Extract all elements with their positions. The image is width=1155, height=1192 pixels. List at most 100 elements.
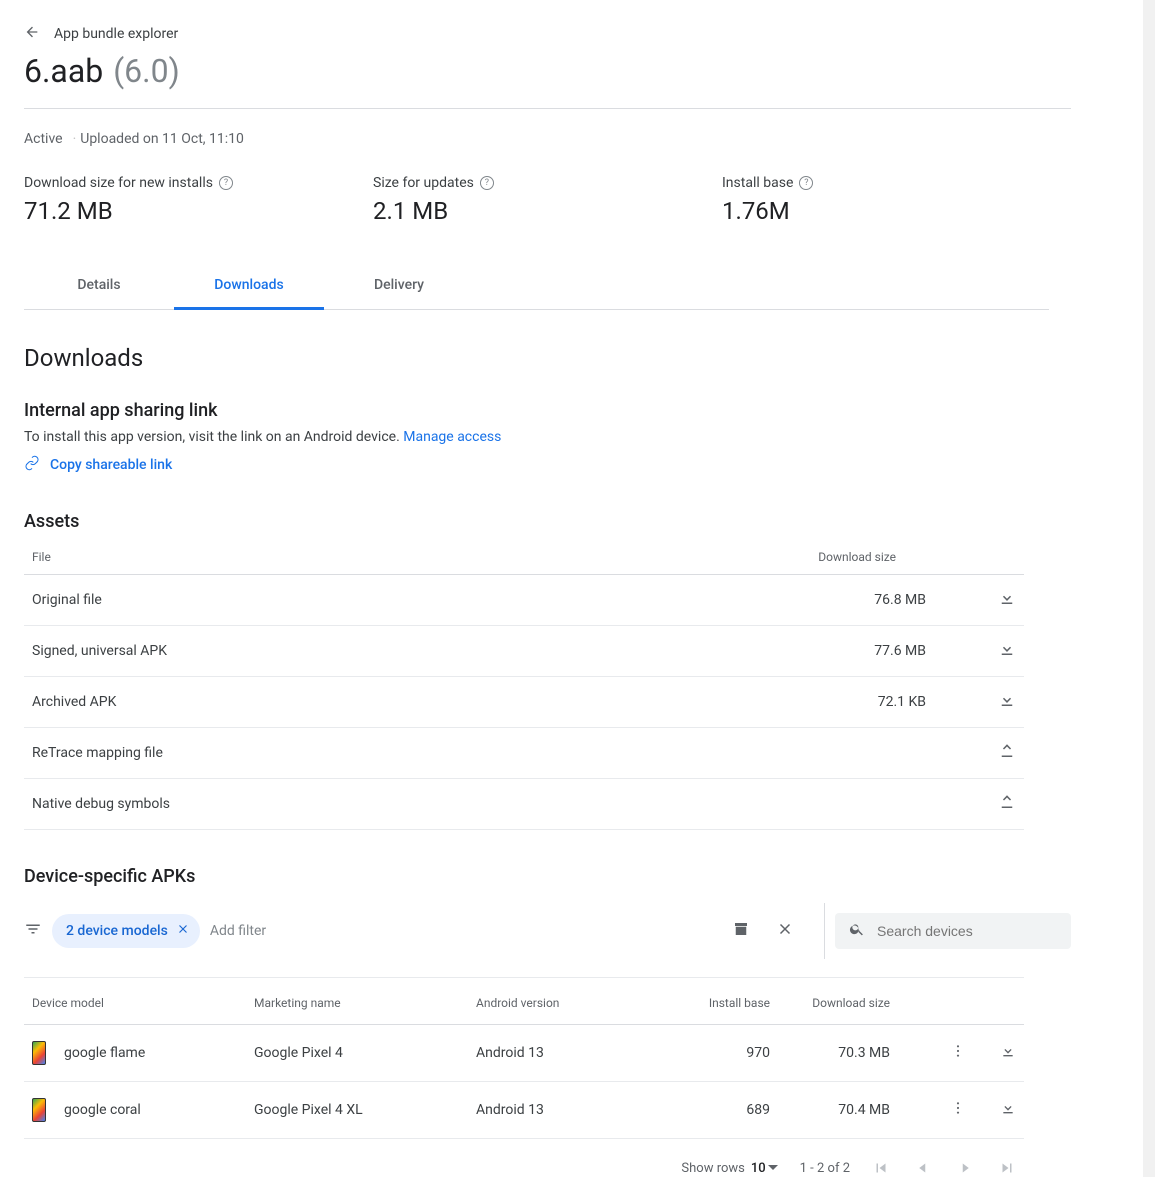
help-icon[interactable]: ?: [219, 176, 233, 190]
upload-icon[interactable]: [998, 742, 1016, 760]
title-main: 6.aab: [24, 52, 103, 90]
stat-label: Size for updates: [373, 175, 474, 191]
asset-size: 77.6 MB: [806, 643, 926, 659]
column-install-base: Install base: [656, 996, 770, 1010]
asset-file: Signed, universal APK: [32, 643, 806, 659]
android-version: Android 13: [476, 1102, 656, 1118]
download-icon[interactable]: [998, 589, 1016, 607]
asset-row: Signed, universal APK77.6 MB: [24, 626, 1024, 677]
search-input-field[interactable]: [875, 922, 1057, 940]
filter-chip-device-models[interactable]: 2 device models: [52, 914, 200, 948]
link-icon: [24, 455, 40, 475]
breadcrumb-label: App bundle explorer: [54, 26, 178, 42]
marketing-name: Google Pixel 4 XL: [254, 1102, 476, 1118]
search-icon: [849, 921, 865, 941]
device-filter-bar: 2 device models Add filter: [24, 903, 1071, 977]
asset-row: Original file76.8 MB: [24, 575, 1024, 626]
tab-details[interactable]: Details: [24, 263, 174, 309]
asset-file: Archived APK: [32, 694, 806, 710]
rows-value: 10: [751, 1161, 766, 1176]
last-page-icon[interactable]: [998, 1159, 1016, 1177]
device-model: google coral: [32, 1098, 254, 1122]
tabs: Details Downloads Delivery: [24, 263, 1049, 310]
download-icon[interactable]: [1000, 1100, 1016, 1120]
prev-page-icon[interactable]: [914, 1159, 932, 1177]
first-page-icon[interactable]: [872, 1159, 890, 1177]
sharing-text: To install this app version, visit the l…: [24, 429, 400, 445]
device-model: google flame: [32, 1041, 254, 1065]
next-page-icon[interactable]: [956, 1159, 974, 1177]
sharing-heading: Internal app sharing link: [24, 400, 1071, 421]
download-icon[interactable]: [1000, 1043, 1016, 1063]
clear-icon[interactable]: [776, 920, 794, 942]
stat-label: Install base: [722, 175, 793, 191]
asset-file: Original file: [32, 592, 806, 608]
downloads-heading: Downloads: [24, 344, 1071, 372]
device-row: google coralGoogle Pixel 4 XLAndroid 136…: [24, 1082, 1024, 1139]
marketing-name: Google Pixel 4: [254, 1045, 476, 1061]
pagination-range: 1 - 2 of 2: [800, 1161, 850, 1176]
download-size: 70.4 MB: [780, 1102, 890, 1118]
install-base: 689: [656, 1102, 770, 1118]
more-icon[interactable]: [950, 1043, 966, 1063]
stat-install-base: Install base ? 1.76M: [722, 175, 1071, 225]
asset-size: 76.8 MB: [806, 592, 926, 608]
sharing-description: To install this app version, visit the l…: [24, 429, 1071, 445]
device-apks-heading: Device-specific APKs: [24, 866, 1071, 887]
chip-label: 2 device models: [66, 923, 168, 939]
back-arrow-icon[interactable]: [24, 24, 40, 44]
asset-file: ReTrace mapping file: [32, 745, 806, 761]
page-title: 6.aab (6.0): [24, 52, 1071, 90]
scrollbar[interactable]: [1143, 0, 1155, 1177]
download-size: 70.3 MB: [780, 1045, 890, 1061]
archive-icon[interactable]: [732, 920, 750, 942]
chip-remove-icon[interactable]: [176, 922, 190, 940]
tab-delivery[interactable]: Delivery: [324, 263, 474, 309]
stat-value: 71.2 MB: [24, 197, 373, 225]
add-filter-button[interactable]: Add filter: [210, 923, 266, 939]
status-badge: Active: [24, 131, 63, 147]
tab-downloads[interactable]: Downloads: [174, 263, 324, 310]
more-icon[interactable]: [950, 1100, 966, 1120]
upload-icon[interactable]: [998, 793, 1016, 811]
asset-row: Native debug symbols: [24, 779, 1024, 830]
column-download-size: Download size: [806, 550, 1016, 564]
device-table: Device model Marketing name Android vers…: [24, 978, 1024, 1139]
copy-link-label: Copy shareable link: [50, 457, 172, 473]
column-android-version: Android version: [476, 996, 656, 1010]
manage-access-link[interactable]: Manage access: [403, 429, 501, 445]
rows-per-page-select[interactable]: 10: [751, 1161, 778, 1176]
meta-line: Active Uploaded on 11 Oct, 11:10: [24, 131, 1071, 147]
assets-heading: Assets: [24, 511, 1071, 532]
breadcrumb[interactable]: App bundle explorer: [24, 24, 1071, 44]
help-icon[interactable]: ?: [480, 176, 494, 190]
asset-row: ReTrace mapping file: [24, 728, 1024, 779]
column-file: File: [32, 550, 806, 564]
stat-download-new: Download size for new installs ? 71.2 MB: [24, 175, 373, 225]
phone-icon: [32, 1041, 46, 1065]
uploaded-date: Uploaded on 11 Oct, 11:10: [69, 131, 244, 147]
install-base: 970: [656, 1045, 770, 1061]
column-device-model: Device model: [32, 996, 254, 1010]
column-marketing-name: Marketing name: [254, 996, 476, 1010]
column-download-size: Download size: [780, 996, 890, 1010]
stat-value: 1.76M: [722, 197, 1071, 225]
asset-file: Native debug symbols: [32, 796, 806, 812]
title-version: (6.0): [113, 52, 180, 90]
device-row: google flameGoogle Pixel 4Android 13970 7…: [24, 1025, 1024, 1082]
show-rows-label: Show rows: [681, 1161, 744, 1176]
asset-row: Archived APK72.1 KB: [24, 677, 1024, 728]
stat-value: 2.1 MB: [373, 197, 722, 225]
android-version: Android 13: [476, 1045, 656, 1061]
download-icon[interactable]: [998, 691, 1016, 709]
search-devices-input[interactable]: [835, 913, 1071, 949]
assets-table: File Download size Original file76.8 MBS…: [24, 540, 1024, 830]
download-icon[interactable]: [998, 640, 1016, 658]
copy-shareable-link-button[interactable]: Copy shareable link: [24, 455, 1071, 475]
stat-size-updates: Size for updates ? 2.1 MB: [373, 175, 722, 225]
filter-icon[interactable]: [24, 920, 42, 942]
help-icon[interactable]: ?: [799, 176, 813, 190]
phone-icon: [32, 1098, 46, 1122]
pagination: Show rows 10 1 - 2 of 2: [24, 1139, 1024, 1177]
asset-size: 72.1 KB: [806, 694, 926, 710]
